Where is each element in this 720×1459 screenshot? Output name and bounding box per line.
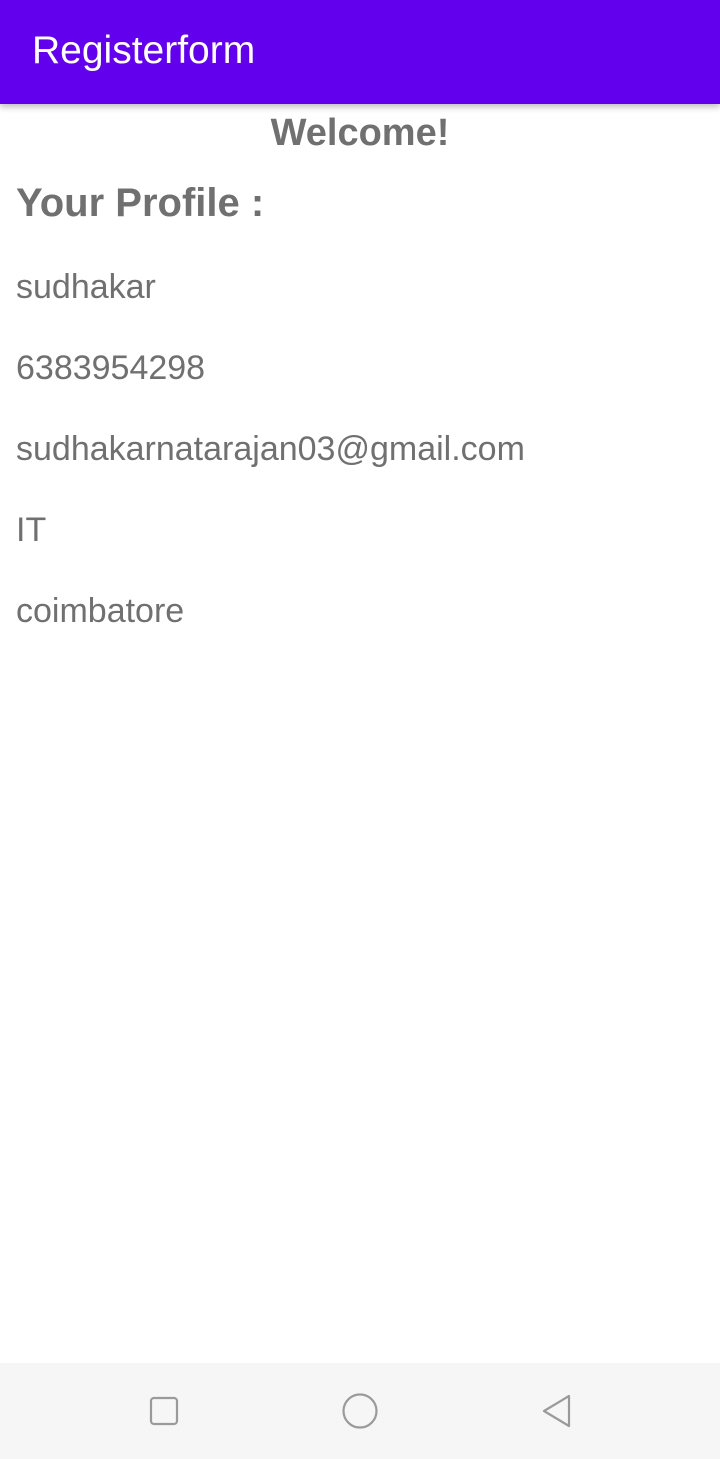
recent-apps-button[interactable] [144,1391,184,1431]
app-bar: Registerform [0,0,720,104]
recent-apps-icon [149,1396,179,1426]
profile-email: sudhakarnatarajan03@gmail.com [16,430,525,468]
profile-city: coimbatore [16,592,185,630]
profile-department: IT [16,511,47,549]
profile-phone: 6383954298 [16,349,206,387]
home-icon [342,1393,378,1429]
profile-heading: Your Profile : [16,181,265,225]
screen: Registerform Welcome! Your Profile : sud… [0,0,720,1459]
back-icon [542,1394,571,1428]
profile-name: sudhakar [16,268,156,306]
home-button[interactable] [340,1391,380,1431]
welcome-heading: Welcome! [270,112,450,154]
app-title: Registerform [32,29,256,72]
system-nav-bar [0,1363,720,1459]
back-button[interactable] [536,1391,576,1431]
